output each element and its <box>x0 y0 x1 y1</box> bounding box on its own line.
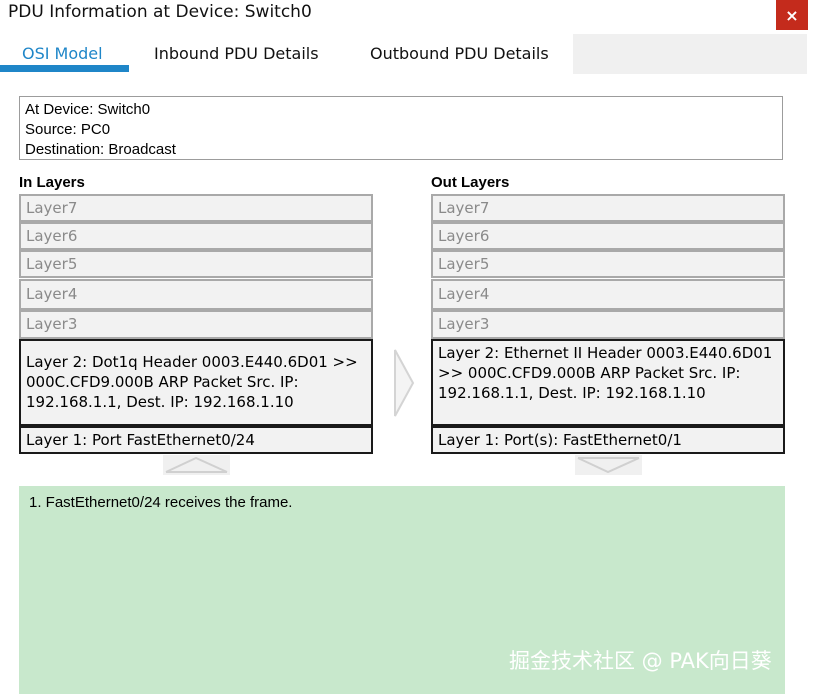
close-icon[interactable]: × <box>785 6 798 25</box>
chevron-right-icon <box>394 349 415 417</box>
destination-line: Destination: Broadcast <box>25 141 176 158</box>
in-layer-4-label: Layer4 <box>26 285 78 303</box>
in-layer-2-label: Layer 2: Dot1q Header 0003.E440.6D01 >> … <box>26 353 358 411</box>
chevron-down-icon[interactable] <box>575 455 642 475</box>
out-layer-6[interactable]: Layer6 <box>431 222 785 250</box>
in-layer-7-label: Layer7 <box>26 199 78 217</box>
device-line: At Device: Switch0 <box>25 101 151 118</box>
in-layer-6-label: Layer6 <box>26 227 78 245</box>
out-layer-2[interactable]: Layer 2: Ethernet II Header 0003.E440.6D… <box>431 339 785 426</box>
out-layer-5[interactable]: Layer5 <box>431 250 785 278</box>
in-layer-3[interactable]: Layer3 <box>19 310 373 339</box>
watermark: 掘金技术社区 @ PAK向日葵 <box>509 649 772 673</box>
out-layers-header: Out Layers <box>431 174 510 191</box>
out-layer-7[interactable]: Layer7 <box>431 194 785 222</box>
in-layer-2[interactable]: Layer 2: Dot1q Header 0003.E440.6D01 >> … <box>19 339 373 426</box>
active-tab-indicator <box>0 65 129 72</box>
pdu-info-box: At Device: Switch0 Source: PC0 Destinati… <box>19 96 783 160</box>
in-layer-3-label: Layer3 <box>26 315 78 333</box>
in-layer-5-label: Layer5 <box>26 255 78 273</box>
out-layer-2-label: Layer 2: Ethernet II Header 0003.E440.6D… <box>438 344 773 402</box>
out-layer-3[interactable]: Layer3 <box>431 310 785 339</box>
out-layer-4[interactable]: Layer4 <box>431 279 785 310</box>
out-layer-3-label: Layer3 <box>438 315 490 333</box>
out-layer-5-label: Layer5 <box>438 255 490 273</box>
in-layers-header: In Layers <box>19 174 85 191</box>
close-button[interactable]: × <box>776 0 808 30</box>
out-layer-6-label: Layer6 <box>438 227 490 245</box>
out-layer-1-label: Layer 1: Port(s): FastEthernet0/1 <box>438 431 682 449</box>
window-title: PDU Information at Device: Switch0 <box>8 2 312 22</box>
out-layer-1[interactable]: Layer 1: Port(s): FastEthernet0/1 <box>431 426 785 454</box>
tab-inbound-pdu-details[interactable]: Inbound PDU Details <box>154 36 319 72</box>
in-layer-6[interactable]: Layer6 <box>19 222 373 250</box>
out-layer-4-label: Layer4 <box>438 285 490 303</box>
chevron-up-icon[interactable] <box>163 455 230 475</box>
in-layer-1-label: Layer 1: Port FastEthernet0/24 <box>26 431 255 449</box>
in-layer-4[interactable]: Layer4 <box>19 279 373 310</box>
tab-bar-filler <box>573 34 807 74</box>
in-layer-5[interactable]: Layer5 <box>19 250 373 278</box>
tab-outbound-pdu-details[interactable]: Outbound PDU Details <box>370 36 549 72</box>
in-layer-1[interactable]: Layer 1: Port FastEthernet0/24 <box>19 426 373 454</box>
explanation-step-1: 1. FastEthernet0/24 receives the frame. <box>29 494 293 511</box>
in-layer-7[interactable]: Layer7 <box>19 194 373 222</box>
source-line: Source: PC0 <box>25 121 111 138</box>
out-layer-7-label: Layer7 <box>438 199 490 217</box>
